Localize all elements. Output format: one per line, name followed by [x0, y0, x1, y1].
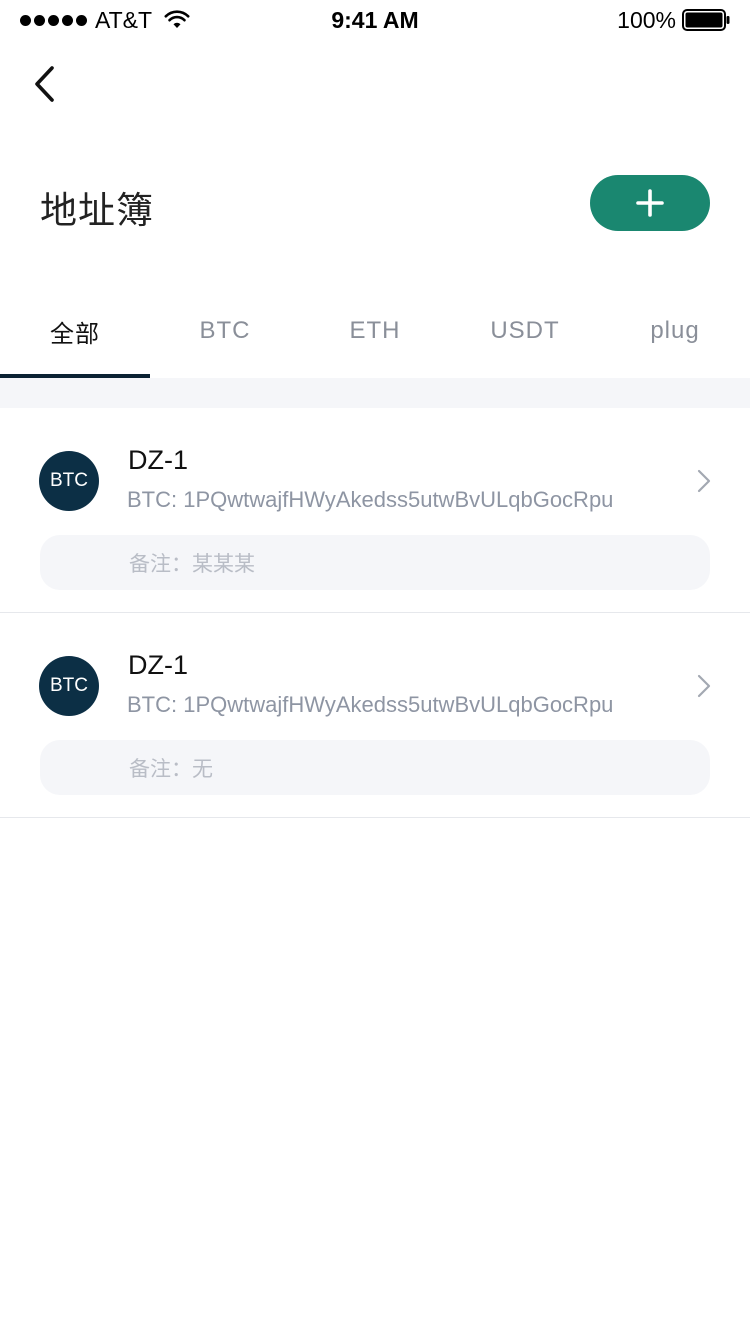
tab-usdt[interactable]: USDT: [450, 290, 600, 378]
address-list: BTC DZ-1 BTC: 1PQwtwajfHWyAkedss5utwBvUL…: [0, 408, 750, 818]
page-title: 地址簿: [40, 190, 154, 231]
address-value: BTC: 1PQwtwajfHWyAkedss5utwBvULqbGocRpu: [127, 692, 614, 717]
battery-percentage: 100%: [617, 6, 676, 33]
status-bar: AT&T 9:41 AM 100%: [0, 0, 750, 40]
address-note: 备注：无: [40, 740, 710, 795]
address-note: 备注：某某某: [40, 535, 710, 590]
battery-icon: [682, 9, 730, 31]
address-name: DZ-1: [128, 650, 188, 680]
status-right: 100%: [617, 6, 730, 34]
tab-eth[interactable]: ETH: [300, 290, 450, 378]
section-divider: [0, 378, 750, 408]
chevron-right-icon: [697, 674, 711, 698]
coin-avatar: BTC: [39, 451, 99, 511]
address-name: DZ-1: [128, 445, 188, 475]
tab-btc[interactable]: BTC: [150, 290, 300, 378]
address-value: BTC: 1PQwtwajfHWyAkedss5utwBvULqbGocRpu: [127, 487, 614, 512]
address-list-item[interactable]: BTC DZ-1 BTC: 1PQwtwajfHWyAkedss5utwBvUL…: [0, 408, 750, 613]
add-address-button[interactable]: [590, 175, 710, 231]
back-button[interactable]: [24, 62, 64, 106]
coin-avatar: BTC: [39, 656, 99, 716]
address-list-item[interactable]: BTC DZ-1 BTC: 1PQwtwajfHWyAkedss5utwBvUL…: [0, 613, 750, 818]
plus-icon: [636, 189, 664, 217]
coin-filter-tabs: 全部 BTC ETH USDT plug: [0, 290, 750, 378]
chevron-left-icon: [35, 66, 54, 102]
chevron-right-icon: [697, 469, 711, 493]
tab-plug[interactable]: plug: [600, 290, 750, 378]
tab-all[interactable]: 全部: [0, 290, 150, 378]
